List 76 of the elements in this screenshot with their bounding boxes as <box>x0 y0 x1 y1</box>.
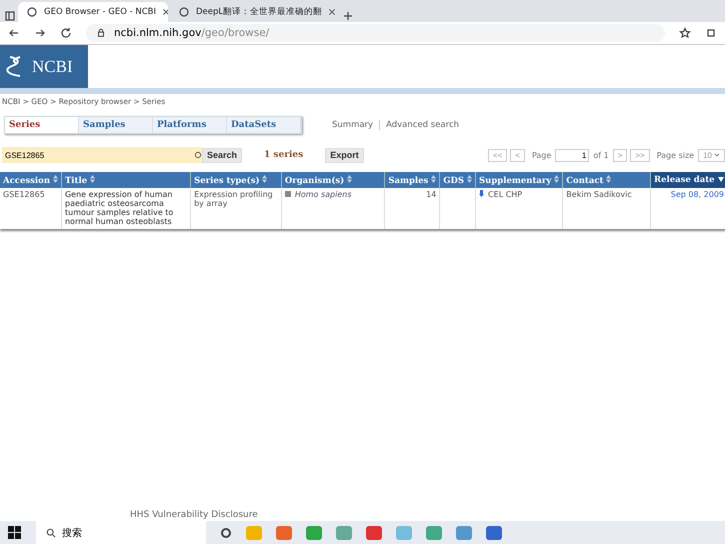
sort-icon <box>554 174 560 182</box>
address-field[interactable]: ncbi.nlm.nih.gov/geo/browse/ <box>86 24 665 42</box>
column-header[interactable]: Supplementary <box>476 172 563 188</box>
sort-icon <box>90 174 96 182</box>
geo-tab[interactable]: Series <box>5 117 79 133</box>
table-cell: Bekim Sadikovic <box>566 190 632 199</box>
sort-icon <box>52 174 58 182</box>
last-page-button[interactable]: >> <box>630 148 650 162</box>
search-box[interactable]: GSE12865 <box>2 147 202 163</box>
next-page-button[interactable]: > <box>612 148 628 162</box>
site-icon <box>178 6 190 18</box>
back-icon <box>8 27 20 39</box>
browser-tab[interactable]: DeepL翻译：全世界最准确的翻 <box>170 2 340 22</box>
column-header[interactable]: Title <box>61 172 191 188</box>
clear-icon <box>194 151 202 159</box>
page-label: Page <box>532 150 552 160</box>
caret-icon <box>714 152 720 158</box>
column-header[interactable]: Contact <box>562 172 651 188</box>
sort-icon <box>347 174 352 182</box>
close-icon <box>162 8 168 16</box>
geo-tab[interactable]: DataSets <box>227 117 301 133</box>
column-header[interactable]: GDS <box>440 172 476 188</box>
close-icon <box>328 8 336 16</box>
result-count: 1 series <box>264 150 304 160</box>
download-icon <box>479 190 484 197</box>
app-icon[interactable] <box>486 526 502 540</box>
organism-link[interactable]: Homo sapiens <box>284 190 352 199</box>
search-icon <box>46 528 56 538</box>
browser-tab[interactable]: GEO Browser - GEO - NCBI <box>18 2 168 22</box>
taskbar-search-field[interactable]: 搜索 <box>36 521 206 544</box>
previous-page-button[interactable]: < <box>510 148 525 162</box>
star-icon <box>679 27 691 39</box>
new-tab-icon <box>342 10 354 22</box>
column-header[interactable]: Accession <box>0 172 62 188</box>
sort-descending-icon <box>718 177 724 182</box>
supplementary-link[interactable]: CEL CHP <box>479 190 522 199</box>
page-field[interactable]: 1 <box>555 148 590 162</box>
sort-icon <box>431 174 436 182</box>
circle-icon <box>220 526 232 538</box>
footer-link[interactable]: HHS Vulnerability Disclosure <box>130 510 258 520</box>
lock-icon <box>96 28 106 38</box>
column-header[interactable]: Release date <box>650 172 725 188</box>
ncbi-logo[interactable]: NCBI <box>0 45 88 88</box>
table-cell: Expression profiling by array <box>194 190 273 208</box>
page-total: of 1 <box>593 150 609 160</box>
search-button[interactable]: Search <box>202 148 242 162</box>
app-icon[interactable] <box>366 526 382 540</box>
table-cell: 14 <box>426 190 436 199</box>
column-header[interactable]: Samples <box>384 172 440 188</box>
sort-icon <box>606 174 612 182</box>
sort-icon <box>467 174 472 182</box>
export-button[interactable]: Export <box>325 148 364 162</box>
column-header[interactable]: Series type(s) <box>190 172 282 188</box>
nav-link[interactable]: Summary <box>332 120 374 130</box>
table-cell[interactable]: GSE12865 <box>3 190 45 199</box>
app-icon[interactable] <box>306 526 322 540</box>
app-icon[interactable] <box>336 526 352 540</box>
tab-actions-icon <box>4 10 16 22</box>
sort-icon <box>262 174 268 182</box>
forward-icon <box>34 27 46 39</box>
windows-icon[interactable] <box>8 526 22 540</box>
table-cell: Sep 08, 2009 <box>670 190 724 199</box>
nav-link[interactable]: Advanced search <box>386 120 460 130</box>
app-icon[interactable] <box>456 526 472 540</box>
search-field[interactable]: GSE12865 <box>2 150 194 160</box>
app-icon[interactable] <box>276 526 292 540</box>
page-size-label: Page size <box>656 150 694 160</box>
square-icon <box>284 191 291 197</box>
reload-icon <box>60 27 72 39</box>
geo-tab[interactable]: Samples <box>79 117 153 133</box>
geo-tab[interactable]: Platforms <box>153 117 227 133</box>
column-header[interactable]: Organism(s) <box>281 172 385 188</box>
table-cell: Gene expression of human paediatric osteosarcoma tumour samples relative to normal human osteoblasts <box>64 190 174 226</box>
app-icon[interactable] <box>426 526 442 540</box>
first-page-button[interactable]: << <box>488 148 508 162</box>
site-icon <box>26 6 38 18</box>
